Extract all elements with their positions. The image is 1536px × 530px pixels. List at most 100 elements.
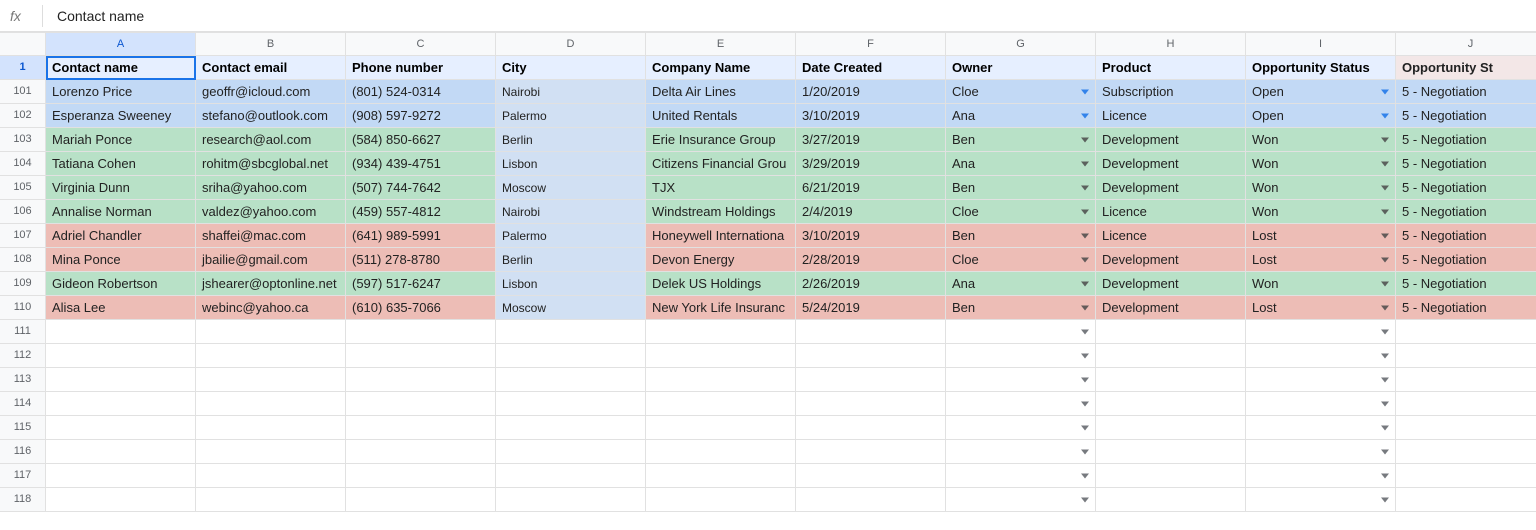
cell-phone[interactable]: (584) 850-6627: [346, 128, 496, 152]
row-header-111[interactable]: 111: [0, 320, 46, 344]
cell-stage[interactable]: 5 - Negotiation: [1396, 128, 1536, 152]
empty-cell[interactable]: [46, 488, 196, 512]
empty-cell[interactable]: [346, 440, 496, 464]
empty-cell[interactable]: [946, 440, 1096, 464]
chevron-down-icon[interactable]: [1081, 329, 1089, 334]
empty-cell[interactable]: [496, 416, 646, 440]
cell-email[interactable]: valdez@yahoo.com: [196, 200, 346, 224]
header-opp_status[interactable]: Opportunity Status: [1246, 56, 1396, 80]
chevron-down-icon[interactable]: [1081, 161, 1089, 166]
cell-company[interactable]: Delek US Holdings: [646, 272, 796, 296]
cell-phone[interactable]: (641) 989-5991: [346, 224, 496, 248]
chevron-down-icon[interactable]: [1081, 497, 1089, 502]
cell-email[interactable]: stefano@outlook.com: [196, 104, 346, 128]
grid[interactable]: ABCDEFGHIJ1Contact nameContact emailPhon…: [0, 32, 1536, 512]
empty-cell[interactable]: [346, 344, 496, 368]
cell-stage[interactable]: 5 - Negotiation: [1396, 224, 1536, 248]
row-header-112[interactable]: 112: [0, 344, 46, 368]
cell-name[interactable]: Mina Ponce: [46, 248, 196, 272]
empty-cell[interactable]: [496, 368, 646, 392]
col-header-E[interactable]: E: [646, 32, 796, 56]
cell-name[interactable]: Gideon Robertson: [46, 272, 196, 296]
cell-name[interactable]: Annalise Norman: [46, 200, 196, 224]
empty-cell[interactable]: [196, 368, 346, 392]
cell-date[interactable]: 2/4/2019: [796, 200, 946, 224]
empty-cell[interactable]: [1246, 344, 1396, 368]
cell-name[interactable]: Adriel Chandler: [46, 224, 196, 248]
chevron-down-icon[interactable]: [1081, 353, 1089, 358]
chevron-down-icon[interactable]: [1381, 449, 1389, 454]
row-header-109[interactable]: 109: [0, 272, 46, 296]
col-header-B[interactable]: B: [196, 32, 346, 56]
cell-owner[interactable]: Ben: [946, 224, 1096, 248]
cell-owner[interactable]: Ben: [946, 176, 1096, 200]
cell-owner[interactable]: Ben: [946, 296, 1096, 320]
empty-cell[interactable]: [196, 464, 346, 488]
cell-phone[interactable]: (459) 557-4812: [346, 200, 496, 224]
empty-cell[interactable]: [196, 392, 346, 416]
chevron-down-icon[interactable]: [1381, 401, 1389, 406]
chevron-down-icon[interactable]: [1381, 473, 1389, 478]
cell-city[interactable]: Lisbon: [496, 272, 646, 296]
row-header-117[interactable]: 117: [0, 464, 46, 488]
cell-phone[interactable]: (908) 597-9272: [346, 104, 496, 128]
cell-email[interactable]: jshearer@optonline.net: [196, 272, 346, 296]
chevron-down-icon[interactable]: [1081, 185, 1089, 190]
cell-email[interactable]: geoffr@icloud.com: [196, 80, 346, 104]
cell-company[interactable]: Delta Air Lines: [646, 80, 796, 104]
empty-cell[interactable]: [1246, 392, 1396, 416]
row-header-118[interactable]: 118: [0, 488, 46, 512]
col-header-G[interactable]: G: [946, 32, 1096, 56]
cell-phone[interactable]: (934) 439-4751: [346, 152, 496, 176]
empty-cell[interactable]: [796, 368, 946, 392]
row-header-116[interactable]: 116: [0, 440, 46, 464]
cell-company[interactable]: Erie Insurance Group: [646, 128, 796, 152]
cell-company[interactable]: United Rentals: [646, 104, 796, 128]
col-header-I[interactable]: I: [1246, 32, 1396, 56]
row-header-110[interactable]: 110: [0, 296, 46, 320]
cell-company[interactable]: Devon Energy: [646, 248, 796, 272]
row-header-106[interactable]: 106: [0, 200, 46, 224]
empty-cell[interactable]: [496, 320, 646, 344]
empty-cell[interactable]: [1246, 464, 1396, 488]
cell-owner[interactable]: Cloe: [946, 248, 1096, 272]
chevron-down-icon[interactable]: [1381, 329, 1389, 334]
empty-cell[interactable]: [1246, 368, 1396, 392]
chevron-down-icon[interactable]: [1081, 473, 1089, 478]
header-phone_number[interactable]: Phone number: [346, 56, 496, 80]
chevron-down-icon[interactable]: [1081, 89, 1089, 94]
empty-cell[interactable]: [1096, 344, 1246, 368]
empty-cell[interactable]: [196, 320, 346, 344]
cell-date[interactable]: 3/10/2019: [796, 104, 946, 128]
empty-cell[interactable]: [796, 344, 946, 368]
row-header-102[interactable]: 102: [0, 104, 46, 128]
cell-stage[interactable]: 5 - Negotiation: [1396, 200, 1536, 224]
cell-stage[interactable]: 5 - Negotiation: [1396, 152, 1536, 176]
empty-cell[interactable]: [946, 320, 1096, 344]
chevron-down-icon[interactable]: [1381, 281, 1389, 286]
cell-owner[interactable]: Ben: [946, 128, 1096, 152]
empty-cell[interactable]: [496, 392, 646, 416]
cell-product[interactable]: Development: [1096, 128, 1246, 152]
cell-status[interactable]: Won: [1246, 176, 1396, 200]
empty-cell[interactable]: [46, 392, 196, 416]
empty-cell[interactable]: [946, 464, 1096, 488]
cell-status[interactable]: Won: [1246, 128, 1396, 152]
empty-cell[interactable]: [346, 392, 496, 416]
empty-cell[interactable]: [196, 344, 346, 368]
row-header-105[interactable]: 105: [0, 176, 46, 200]
chevron-down-icon[interactable]: [1381, 377, 1389, 382]
chevron-down-icon[interactable]: [1081, 137, 1089, 142]
col-header-C[interactable]: C: [346, 32, 496, 56]
cell-product[interactable]: Development: [1096, 248, 1246, 272]
empty-cell[interactable]: [496, 464, 646, 488]
chevron-down-icon[interactable]: [1081, 449, 1089, 454]
empty-cell[interactable]: [796, 416, 946, 440]
chevron-down-icon[interactable]: [1381, 113, 1389, 118]
cell-phone[interactable]: (610) 635-7066: [346, 296, 496, 320]
cell-name[interactable]: Alisa Lee: [46, 296, 196, 320]
cell-stage[interactable]: 5 - Negotiation: [1396, 104, 1536, 128]
chevron-down-icon[interactable]: [1381, 185, 1389, 190]
chevron-down-icon[interactable]: [1381, 497, 1389, 502]
empty-cell[interactable]: [196, 488, 346, 512]
